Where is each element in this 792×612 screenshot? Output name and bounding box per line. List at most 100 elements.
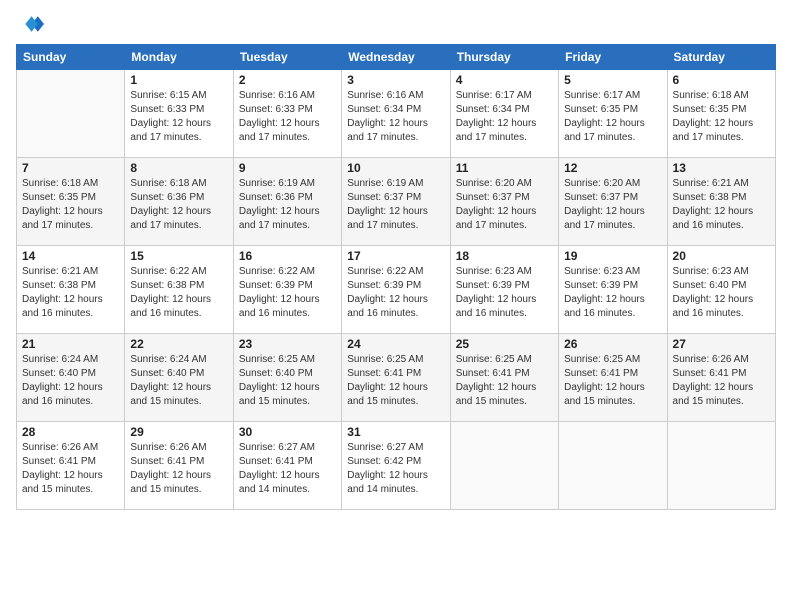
calendar-cell: 11Sunrise: 6:20 AM Sunset: 6:37 PM Dayli… (450, 158, 558, 246)
day-info: Sunrise: 6:27 AM Sunset: 6:41 PM Dayligh… (239, 441, 336, 497)
calendar-cell: 23Sunrise: 6:25 AM Sunset: 6:40 PM Dayli… (233, 334, 341, 422)
calendar-table: SundayMondayTuesdayWednesdayThursdayFrid… (16, 44, 776, 510)
day-info: Sunrise: 6:24 AM Sunset: 6:40 PM Dayligh… (130, 353, 227, 409)
calendar-cell: 10 Sunrise: 6:19 AM Sunset: 6:37 PM Dayli… (342, 158, 450, 246)
day-number: 1 (130, 73, 227, 87)
weekday-header-monday: Monday (125, 45, 233, 70)
day-number: 26 (564, 337, 661, 351)
day-number: 8 (130, 161, 227, 175)
day-number: 15 (130, 249, 227, 263)
calendar-cell: 16Sunrise: 6:22 AM Sunset: 6:39 PM Dayli… (233, 246, 341, 334)
day-info: Sunrise: 6:24 AM Sunset: 6:40 PM Dayligh… (22, 353, 119, 409)
day-number: 22 (130, 337, 227, 351)
day-number: 5 (564, 73, 661, 87)
page: SundayMondayTuesdayWednesdayThursdayFrid… (0, 0, 792, 612)
day-info: Sunrise: 6:18 AM Sunset: 6:36 PM Dayligh… (130, 177, 227, 233)
calendar-cell: 9Sunrise: 6:19 AM Sunset: 6:36 PM Daylig… (233, 158, 341, 246)
weekday-header-wednesday: Wednesday (342, 45, 450, 70)
day-number: 9 (239, 161, 336, 175)
logo-icon (16, 10, 44, 38)
day-number: 14 (22, 249, 119, 263)
day-info: Sunrise: 6:23 AM Sunset: 6:39 PM Dayligh… (564, 265, 661, 321)
day-info: Sunrise: 6:26 AM Sunset: 6:41 PM Dayligh… (130, 441, 227, 497)
day-info: Sunrise: 6:16 AM Sunset: 6:33 PM Dayligh… (239, 89, 336, 145)
day-number: 10 (347, 161, 444, 175)
day-number: 6 (673, 73, 770, 87)
day-number: 31 (347, 425, 444, 439)
calendar-cell (17, 70, 125, 158)
calendar-week-row: 21Sunrise: 6:24 AM Sunset: 6:40 PM Dayli… (17, 334, 776, 422)
day-number: 25 (456, 337, 553, 351)
day-number: 7 (22, 161, 119, 175)
calendar-cell: 19 Sunrise: 6:23 AM Sunset: 6:39 PM Dayli… (559, 246, 667, 334)
calendar-cell: 21Sunrise: 6:24 AM Sunset: 6:40 PM Dayli… (17, 334, 125, 422)
day-info: Sunrise: 6:26 AM Sunset: 6:41 PM Dayligh… (22, 441, 119, 497)
day-info: Sunrise: 6:23 AM Sunset: 6:39 PM Dayligh… (456, 265, 553, 321)
calendar-cell: 25 Sunrise: 6:25 AM Sunset: 6:41 PM Dayli… (450, 334, 558, 422)
calendar-cell: 26 Sunrise: 6:25 AM Sunset: 6:41 PM Dayli… (559, 334, 667, 422)
day-info: Sunrise: 6:17 AM Sunset: 6:34 PM Dayligh… (456, 89, 553, 145)
weekday-header-sunday: Sunday (17, 45, 125, 70)
calendar-cell: 31 Sunrise: 6:27 AM Sunset: 6:42 PM Dayli… (342, 422, 450, 510)
day-info: Sunrise: 6:26 AM Sunset: 6:41 PM Dayligh… (673, 353, 770, 409)
day-info: Sunrise: 6:22 AM Sunset: 6:39 PM Dayligh… (347, 265, 444, 321)
day-info: Sunrise: 6:21 AM Sunset: 6:38 PM Dayligh… (673, 177, 770, 233)
calendar-week-row: 14 Sunrise: 6:21 AM Sunset: 6:38 PM Dayli… (17, 246, 776, 334)
calendar-cell: 14 Sunrise: 6:21 AM Sunset: 6:38 PM Dayli… (17, 246, 125, 334)
weekday-header-thursday: Thursday (450, 45, 558, 70)
calendar-cell: 7 Sunrise: 6:18 AM Sunset: 6:35 PM Daylig… (17, 158, 125, 246)
calendar-cell: 20Sunrise: 6:23 AM Sunset: 6:40 PM Dayli… (667, 246, 775, 334)
calendar-week-row: 1 Sunrise: 6:15 AM Sunset: 6:33 PM Daylig… (17, 70, 776, 158)
day-number: 20 (673, 249, 770, 263)
calendar-cell: 8 Sunrise: 6:18 AM Sunset: 6:36 PM Daylig… (125, 158, 233, 246)
calendar-cell: 1 Sunrise: 6:15 AM Sunset: 6:33 PM Daylig… (125, 70, 233, 158)
calendar-cell: 28 Sunrise: 6:26 AM Sunset: 6:41 PM Dayli… (17, 422, 125, 510)
day-info: Sunrise: 6:20 AM Sunset: 6:37 PM Dayligh… (456, 177, 553, 233)
calendar-cell (559, 422, 667, 510)
day-number: 24 (347, 337, 444, 351)
calendar-cell: 2 Sunrise: 6:16 AM Sunset: 6:33 PM Daylig… (233, 70, 341, 158)
day-number: 2 (239, 73, 336, 87)
calendar-cell: 17Sunrise: 6:22 AM Sunset: 6:39 PM Dayli… (342, 246, 450, 334)
day-info: Sunrise: 6:19 AM Sunset: 6:37 PM Dayligh… (347, 177, 444, 233)
day-number: 4 (456, 73, 553, 87)
calendar-cell: 3 Sunrise: 6:16 AM Sunset: 6:34 PM Daylig… (342, 70, 450, 158)
day-info: Sunrise: 6:27 AM Sunset: 6:42 PM Dayligh… (347, 441, 444, 497)
day-info: Sunrise: 6:25 AM Sunset: 6:40 PM Dayligh… (239, 353, 336, 409)
day-info: Sunrise: 6:21 AM Sunset: 6:38 PM Dayligh… (22, 265, 119, 321)
calendar-cell: 6Sunrise: 6:18 AM Sunset: 6:35 PM Daylig… (667, 70, 775, 158)
day-info: Sunrise: 6:16 AM Sunset: 6:34 PM Dayligh… (347, 89, 444, 145)
calendar-cell: 5 Sunrise: 6:17 AM Sunset: 6:35 PM Daylig… (559, 70, 667, 158)
calendar-cell: 4 Sunrise: 6:17 AM Sunset: 6:34 PM Daylig… (450, 70, 558, 158)
calendar-week-row: 7 Sunrise: 6:18 AM Sunset: 6:35 PM Daylig… (17, 158, 776, 246)
calendar-cell: 12Sunrise: 6:20 AM Sunset: 6:37 PM Dayli… (559, 158, 667, 246)
day-info: Sunrise: 6:25 AM Sunset: 6:41 PM Dayligh… (347, 353, 444, 409)
day-info: Sunrise: 6:25 AM Sunset: 6:41 PM Dayligh… (456, 353, 553, 409)
day-number: 19 (564, 249, 661, 263)
calendar-cell: 30 Sunrise: 6:27 AM Sunset: 6:41 PM Dayli… (233, 422, 341, 510)
calendar-cell: 13Sunrise: 6:21 AM Sunset: 6:38 PM Dayli… (667, 158, 775, 246)
calendar-week-row: 28 Sunrise: 6:26 AM Sunset: 6:41 PM Dayli… (17, 422, 776, 510)
calendar-cell: 18 Sunrise: 6:23 AM Sunset: 6:39 PM Dayli… (450, 246, 558, 334)
weekday-header-saturday: Saturday (667, 45, 775, 70)
day-info: Sunrise: 6:22 AM Sunset: 6:38 PM Dayligh… (130, 265, 227, 321)
day-info: Sunrise: 6:15 AM Sunset: 6:33 PM Dayligh… (130, 89, 227, 145)
day-info: Sunrise: 6:22 AM Sunset: 6:39 PM Dayligh… (239, 265, 336, 321)
weekday-header-friday: Friday (559, 45, 667, 70)
calendar-cell (450, 422, 558, 510)
header (16, 10, 776, 38)
day-number: 3 (347, 73, 444, 87)
day-info: Sunrise: 6:18 AM Sunset: 6:35 PM Dayligh… (22, 177, 119, 233)
calendar-cell: 24 Sunrise: 6:25 AM Sunset: 6:41 PM Dayli… (342, 334, 450, 422)
day-number: 27 (673, 337, 770, 351)
weekday-header-tuesday: Tuesday (233, 45, 341, 70)
day-info: Sunrise: 6:17 AM Sunset: 6:35 PM Dayligh… (564, 89, 661, 145)
day-number: 18 (456, 249, 553, 263)
day-number: 28 (22, 425, 119, 439)
day-number: 30 (239, 425, 336, 439)
calendar-cell (667, 422, 775, 510)
day-info: Sunrise: 6:25 AM Sunset: 6:41 PM Dayligh… (564, 353, 661, 409)
logo (16, 10, 48, 38)
calendar-cell: 15 Sunrise: 6:22 AM Sunset: 6:38 PM Dayli… (125, 246, 233, 334)
day-number: 29 (130, 425, 227, 439)
